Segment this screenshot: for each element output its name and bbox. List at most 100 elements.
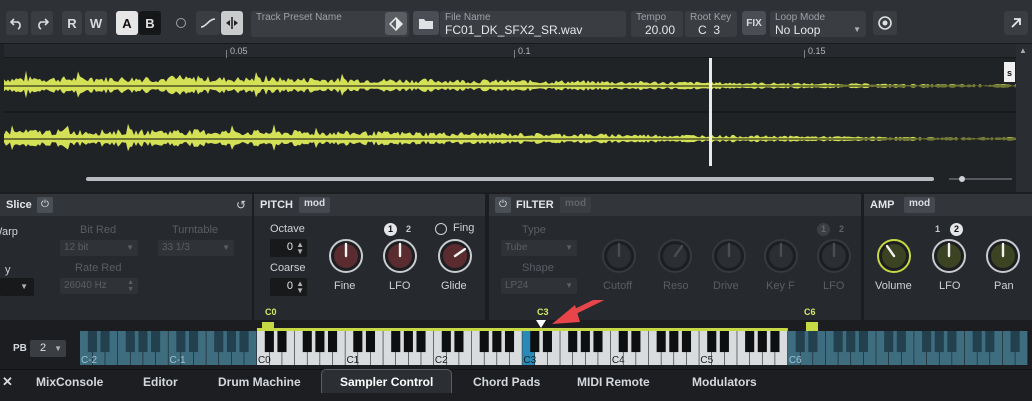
root-key-field[interactable]: Root Key C 3 — [685, 11, 737, 37]
drive-label: Drive — [713, 280, 739, 292]
undo-icon[interactable] — [6, 11, 28, 35]
filter-lfo-label: LFO — [823, 280, 845, 292]
bit-red-select[interactable]: 12 bit ▼ — [60, 240, 138, 256]
amp-lfo-knob[interactable] — [931, 238, 967, 274]
tab-modulators[interactable]: Modulators — [692, 375, 757, 389]
black-key — [1010, 331, 1020, 353]
pitch-mod-button[interactable]: mod — [299, 197, 331, 213]
record-enable-icon[interactable] — [176, 18, 186, 28]
amp-lfo1-selector[interactable]: 1 — [931, 223, 944, 236]
turntable-select[interactable]: 33 1/3 ▼ — [158, 240, 234, 256]
preset-browser-icon[interactable] — [385, 12, 407, 35]
power-icon[interactable]: ⏻ — [37, 197, 53, 213]
tab-midi-remote[interactable]: MIDI Remote — [577, 375, 650, 389]
chevron-up-icon[interactable]: ▲ — [1019, 46, 1027, 55]
keyf-label: Key F — [766, 280, 795, 292]
black-key — [947, 331, 957, 353]
cutoff-knob[interactable] — [601, 238, 637, 274]
tempo-label: Tempo — [636, 12, 667, 23]
filter-lfo-knob[interactable] — [816, 238, 852, 274]
octave-label: C3 — [523, 355, 536, 366]
glide-knob[interactable] — [437, 238, 473, 274]
black-key — [315, 331, 325, 353]
fine-knob[interactable] — [328, 238, 364, 274]
reset-icon[interactable]: ↺ — [236, 198, 246, 212]
time-ruler[interactable]: 0.05 0.1 0.15 — [4, 44, 1016, 58]
black-key — [479, 331, 489, 353]
waveform-editor[interactable]: 0.05 0.1 0.15 ▲ s — [0, 44, 1032, 192]
black-key — [327, 331, 338, 353]
redo-icon[interactable] — [31, 11, 53, 35]
curve-icon[interactable] — [196, 11, 220, 35]
tempo-field[interactable]: Tempo 20.00 — [631, 11, 683, 37]
warp-mode-select[interactable]: ▼ — [0, 278, 34, 296]
keyboard[interactable]: C-2 C-1 C0 C1 C2 C3 C4 C5 C6 — [0, 328, 1032, 368]
fing-label: Fing — [453, 222, 475, 234]
compare-b-button[interactable]: B — [139, 11, 161, 35]
tab-drum-machine[interactable]: Drum Machine — [218, 375, 301, 389]
pan-knob[interactable] — [985, 238, 1021, 274]
amp-mod-button[interactable]: mod — [904, 197, 936, 213]
filter-lfo1-selector[interactable]: 1 — [817, 223, 830, 236]
file-name-field[interactable]: File Name FC01_DK_SFX2_SR.wav — [440, 11, 626, 37]
loop-marker-icon[interactable] — [873, 11, 897, 35]
fix-button[interactable]: FIX — [742, 11, 766, 35]
tab-mixconsole[interactable]: MixConsole — [36, 375, 103, 389]
amp-lfo2-selector[interactable]: 2 — [950, 223, 963, 236]
tab-sampler-control[interactable]: Sampler Control — [340, 375, 433, 389]
amp-lfo-label: LFO — [939, 280, 961, 292]
black-key — [922, 331, 932, 353]
octave-label: C2 — [435, 355, 448, 366]
reso-knob[interactable] — [657, 238, 693, 274]
split-marker-icon[interactable] — [221, 11, 243, 35]
tab-chord-pads[interactable]: Chord Pads — [473, 375, 540, 389]
filter-panel-title: FILTER — [516, 199, 554, 211]
tab-editor[interactable]: Editor — [143, 375, 178, 389]
filter-mod-button[interactable]: mod — [560, 197, 592, 213]
write-automation-button[interactable]: W — [85, 11, 107, 35]
rate-red-field[interactable]: 26040 Hz ▲ ▼ — [60, 278, 138, 294]
root-label: C3 — [537, 307, 549, 317]
waveform-display[interactable] — [4, 58, 1016, 192]
pitch-lfo-knob[interactable] — [382, 238, 418, 274]
range-high-marker[interactable] — [806, 322, 818, 331]
volume-label: Volume — [875, 280, 912, 292]
horizontal-scrollbar — [86, 177, 934, 181]
keyboard-zone: PB 2 ▼ C-2 C-1 C0 C1 C2 C3 C4 C5 C6 — [0, 328, 1032, 368]
black-key — [618, 331, 628, 353]
drive-knob[interactable] — [711, 238, 747, 274]
read-automation-button[interactable]: R — [62, 11, 82, 35]
black-key — [896, 331, 906, 353]
range-high-label: C6 — [804, 307, 816, 317]
loop-mode-label: Loop Mode — [775, 12, 826, 23]
fingered-toggle[interactable] — [435, 223, 447, 235]
octave-label: C5 — [700, 355, 713, 366]
open-external-icon[interactable] — [1004, 11, 1028, 35]
vertical-scrollbar[interactable]: ▲ s — [1004, 44, 1032, 192]
lfo1-selector[interactable]: 1 — [384, 223, 397, 236]
coarse-field[interactable]: 0 ▲ ▼ — [270, 278, 307, 296]
close-icon[interactable]: ✕ — [2, 374, 13, 390]
black-key — [87, 331, 97, 353]
toolbar: R W A B Track Preset Name File Name FC01… — [0, 0, 1032, 44]
coarse-label: Coarse — [270, 262, 306, 274]
filter-type-select[interactable]: Tube ▼ — [501, 240, 577, 256]
root-key-marker-icon[interactable] — [536, 320, 546, 328]
loop-mode-select[interactable]: Loop Mode No Loop ▼ — [770, 11, 866, 37]
black-key — [454, 331, 464, 353]
filter-power-icon[interactable]: ⏻ — [495, 197, 511, 213]
volume-knob[interactable] — [876, 238, 912, 274]
compare-a-button[interactable]: A — [116, 11, 138, 35]
lfo2-selector[interactable]: 2 — [402, 223, 415, 236]
octave-field[interactable]: 0 ▲ ▼ — [270, 239, 307, 257]
black-key — [264, 331, 274, 353]
black-key — [151, 331, 161, 353]
filter-shape-select[interactable]: LP24 ▼ — [501, 278, 577, 294]
range-low-marker[interactable] — [262, 322, 274, 331]
track-preset-label: Track Preset Name — [256, 12, 342, 23]
keyf-knob[interactable] — [763, 238, 799, 274]
filter-lfo2-selector[interactable]: 2 — [835, 223, 848, 236]
black-key — [631, 331, 641, 353]
folder-icon[interactable] — [413, 11, 439, 35]
sample-end-marker-icon[interactable]: s — [1004, 62, 1015, 82]
